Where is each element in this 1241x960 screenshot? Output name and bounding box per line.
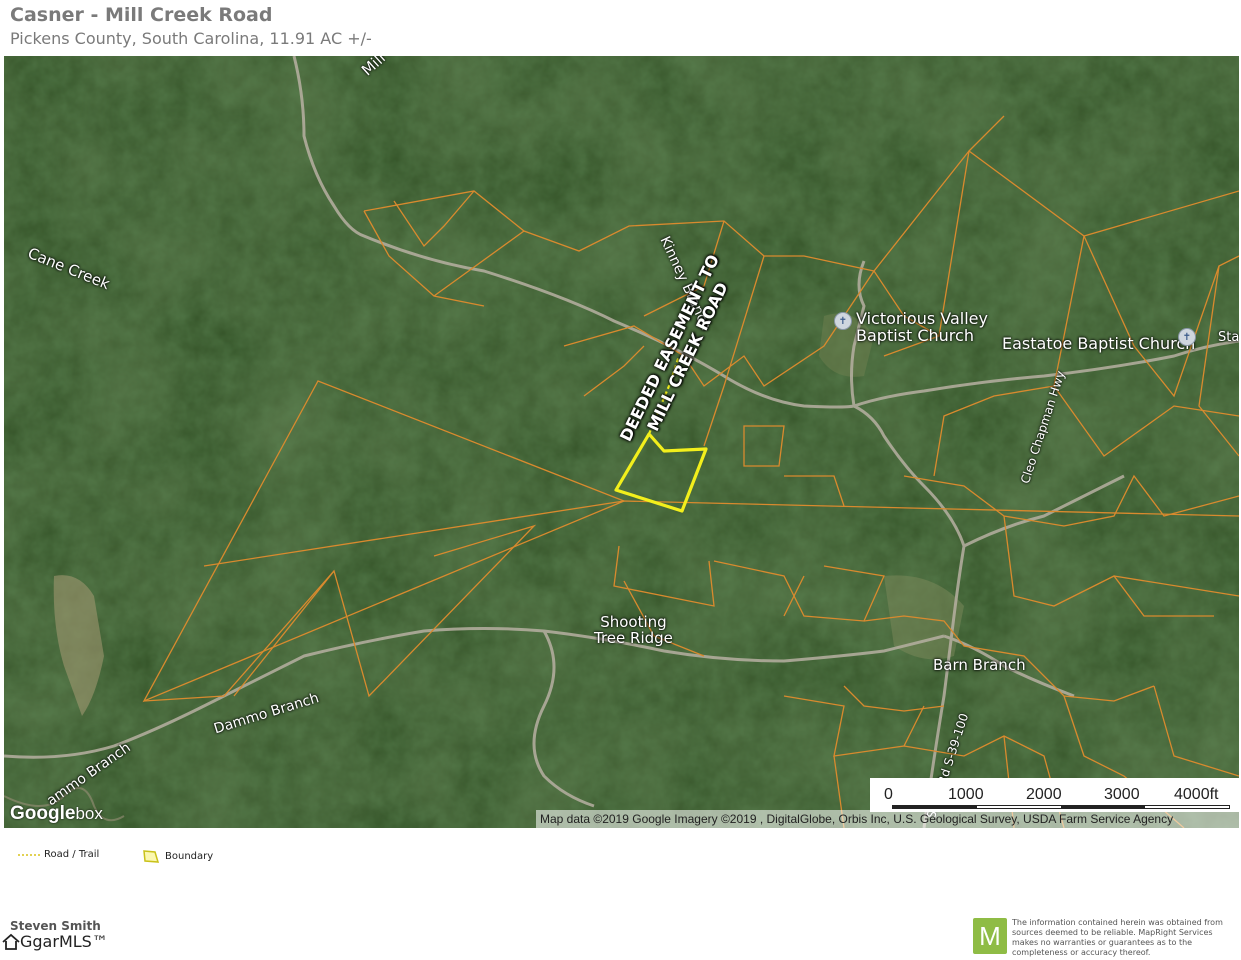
- map-label-shooting-tree-ridge: Shooting Tree Ridge: [594, 613, 673, 647]
- map-attribution: Map data ©2019 Google Imagery ©2019 , Di…: [536, 810, 1239, 828]
- scale-label: 4000ft: [1174, 786, 1219, 803]
- scale-bar: 0 1000 2000 3000 4000ft: [870, 778, 1239, 812]
- mapright-logo: M: [973, 918, 1007, 954]
- map-imagery: [4, 56, 1239, 828]
- agent-name: Steven Smith: [10, 919, 101, 933]
- scale-label: 1000: [948, 786, 984, 803]
- map-label-barn-branch: Barn Branch: [933, 656, 1026, 674]
- house-icon: [2, 933, 20, 950]
- mls-brand-text: GgarMLS™: [20, 932, 108, 951]
- church-pin-icon[interactable]: ✝: [1178, 328, 1196, 346]
- scale-bar-graphic: [892, 805, 1230, 809]
- dashed-line-icon: [18, 853, 40, 856]
- page-subtitle: Pickens County, South Carolina, 11.91 AC…: [10, 29, 372, 48]
- legend-boundary-label: Boundary: [165, 850, 214, 862]
- map-label-state-road-cut: Sta: [1218, 330, 1239, 345]
- legend-boundary: Boundary: [143, 849, 213, 863]
- church-pin-icon[interactable]: ✝: [834, 312, 852, 330]
- scale-label: 0: [884, 786, 893, 803]
- mls-logo: GgarMLS™: [2, 932, 108, 951]
- scale-label: 3000: [1104, 786, 1140, 803]
- map-view[interactable]: Mill Creek Cane Creek Kinney Branch ✝ Vi…: [4, 56, 1239, 828]
- page-title: Casner - Mill Creek Road: [10, 4, 273, 26]
- disclaimer-text: The information contained herein was obt…: [1012, 918, 1223, 957]
- map-label-eastatoe: Eastatoe Baptist Church: [1002, 334, 1196, 353]
- legend-road-trail-label: Road / Trail: [44, 849, 100, 860]
- map-label-victorious-valley: Victorious Valley Baptist Church: [856, 309, 988, 345]
- google-logo: Googlebox: [10, 803, 103, 824]
- legend-road-trail: Road / Trail: [18, 849, 99, 860]
- boundary-icon: [143, 850, 159, 863]
- scale-label: 2000: [1026, 786, 1062, 803]
